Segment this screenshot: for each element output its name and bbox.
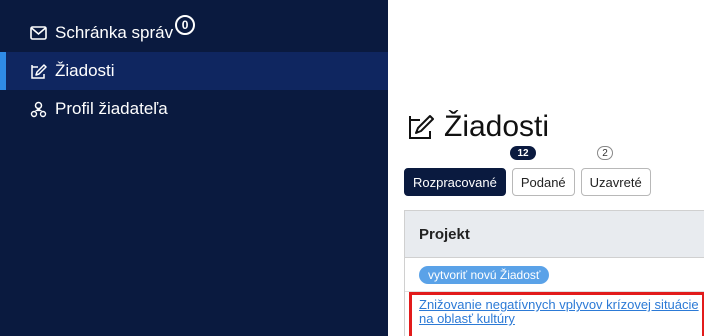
sidebar-item-applications[interactable]: Žiadosti [0,52,388,90]
column-header-project: Projekt [405,210,704,258]
page-title: Žiadosti [406,110,549,144]
edit-document-icon [406,112,436,142]
create-application-button[interactable]: vytvoriť novú Žiadosť [419,265,550,284]
page-title-text: Žiadosti [444,110,550,143]
main-content: Žiadosti 12 2 Rozpracované Podané Uzavre… [388,0,704,336]
unread-count-badge: 0 [175,15,196,35]
sidebar: Schránka správ 0 Žiadosti Profil žiadate… [0,0,388,336]
applications-table: Projekt vytvoriť novú Žiadosť Znižovanie… [404,210,704,336]
tab-submitted[interactable]: Podané [511,168,575,196]
user-group-icon [30,101,47,118]
sidebar-item-inbox[interactable]: Schránka správ 0 [0,14,388,52]
tab-count-row: 12 2 [388,146,704,162]
sidebar-item-label: Schránka správ [55,23,174,42]
edit-document-icon [30,63,47,80]
tab-count-badge: 12 [510,146,536,160]
tab-closed[interactable]: Uzavreté [580,168,651,196]
sidebar-item-applicant-profile[interactable]: Profil žiadateľa [0,90,388,128]
highlight-box [409,292,704,336]
create-row: vytvoriť novú Žiadosť [405,258,704,292]
tab-count-badge: 2 [597,146,613,160]
active-indicator [0,52,6,90]
status-tabs: Rozpracované Podané Uzavreté [404,168,651,196]
tab-in-progress[interactable]: Rozpracované [404,168,506,196]
sidebar-item-label: Profil žiadateľa [55,99,168,118]
envelope-icon [30,25,47,42]
app-root: Schránka správ 0 Žiadosti Profil žiadate… [0,0,704,336]
sidebar-item-label: Žiadosti [55,61,115,80]
